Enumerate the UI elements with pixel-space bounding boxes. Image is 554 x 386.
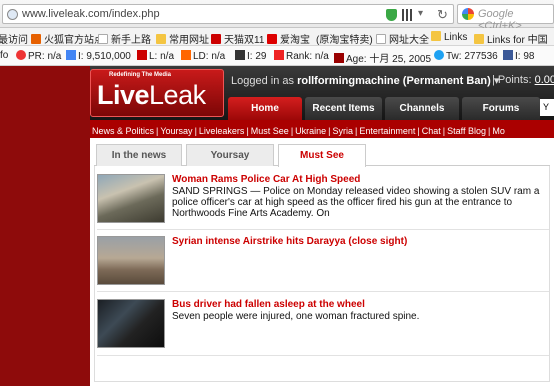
bing-icon (235, 50, 245, 60)
category-link[interactable]: Entertainment (357, 126, 417, 136)
google-index-icon (66, 50, 76, 60)
seo-age[interactable]: Age: 十月 25, 2005 (334, 50, 431, 65)
seo-indexed[interactable]: I: 9,510,000 (66, 50, 131, 62)
url-text: www.liveleak.com/index.php (22, 8, 160, 20)
bookmark-item[interactable]: 网址大全 (376, 31, 429, 45)
category-link[interactable]: Syria (331, 126, 356, 136)
bookmark-item[interactable]: 常用网址 (156, 31, 209, 45)
bookmark-item[interactable]: 新手上路 (98, 31, 151, 45)
twitter-icon (434, 50, 444, 60)
seo-twitter[interactable]: Tw: 277536 (434, 50, 498, 62)
nav-forums[interactable]: Forums (462, 97, 540, 120)
reload-icon[interactable]: ↻ (437, 7, 448, 23)
nav-recent-items[interactable]: Recent Items (305, 97, 382, 120)
qr-code-icon[interactable] (402, 9, 414, 21)
category-link[interactable]: News & Politics (90, 126, 156, 136)
address-bar[interactable]: www.liveleak.com/index.php ▾ ↻ (2, 4, 454, 24)
facebook-icon (503, 50, 513, 60)
news-list: Woman Rams Police Car At High Speed SAND… (94, 166, 550, 382)
seo-info[interactable]: fo (0, 50, 8, 61)
bookmark-item[interactable]: Links (431, 31, 467, 43)
search-box[interactable]: Google <Ctrl+K> (457, 4, 554, 32)
tab-yoursay[interactable]: Yoursay (186, 144, 274, 166)
seo-toolbar: fo PR: n/a I: 9,510,000 L: n/a LD: n/a I… (0, 46, 554, 66)
seo-facebook[interactable]: I: 98 (503, 50, 534, 62)
username-link[interactable]: rollformingmachine (Permanent Ban) (297, 75, 491, 87)
pagerank-icon (16, 50, 26, 60)
alexa-icon (274, 50, 284, 60)
dropdown-arrow-icon[interactable]: ▾ (418, 8, 423, 19)
item-title[interactable]: Woman Rams Police Car At High Speed (172, 174, 360, 185)
page-background-left (0, 66, 90, 386)
seo-linkdomains[interactable]: LD: n/a (181, 50, 225, 62)
nav-home[interactable]: Home (228, 97, 302, 120)
shield-icon[interactable] (386, 9, 397, 21)
ld-icon (181, 50, 191, 60)
category-link[interactable]: Yoursay (158, 126, 194, 136)
folder-icon (156, 34, 166, 44)
bookmark-item[interactable]: Links for 中国 (474, 31, 548, 45)
tab-must-see[interactable]: Must See (278, 144, 366, 167)
seo-links[interactable]: L: n/a (137, 50, 174, 62)
browser-toolbar: www.liveleak.com/index.php ▾ ↻ Google <C… (0, 0, 554, 32)
login-status: Logged in as rollformingmachine (Permane… (231, 75, 500, 87)
category-link[interactable]: Chat (420, 126, 443, 136)
yahoo-icon (137, 50, 147, 60)
folder-icon (474, 34, 484, 44)
points-display: | Points: 0.00 (492, 74, 554, 86)
video-thumbnail[interactable] (97, 236, 165, 285)
globe-icon (7, 9, 18, 20)
bookmark-item[interactable]: 火狐官方站点 (31, 31, 104, 45)
seo-pagerank[interactable]: PR: n/a (16, 50, 61, 62)
site-search-input[interactable]: Y (540, 99, 554, 116)
category-link[interactable]: Mo (490, 126, 507, 136)
category-link[interactable]: Must See (249, 126, 291, 136)
liveleak-logo[interactable]: Redefining The Media LiveLeak (90, 69, 224, 117)
points-value[interactable]: 0.00 (535, 74, 554, 86)
age-icon (334, 53, 344, 63)
content-tabs: In the news Yoursay Must See (94, 144, 550, 167)
category-link[interactable]: Ukraine (293, 126, 328, 136)
category-link[interactable]: Liveleakers (197, 126, 247, 136)
bookmark-item[interactable]: 爱淘宝 (267, 31, 310, 45)
divider (97, 291, 549, 292)
tmall-icon (211, 34, 221, 44)
main-content: In the news Yoursay Must See Woman Rams … (90, 138, 554, 386)
tab-in-the-news[interactable]: In the news (96, 144, 182, 166)
bookmarks-bar: 最访问 火狐官方站点 新手上路 常用网址 天猫双11 爱淘宝 (原淘宝特卖) 网… (0, 28, 554, 46)
folder-icon (431, 31, 441, 41)
category-nav: News & Politics | Yoursay | Liveleakers | Must… (90, 124, 554, 138)
item-description: SAND SPRINGS — Police on Monday released… (172, 186, 540, 219)
seo-rank[interactable]: Rank: n/a (274, 50, 329, 62)
divider (97, 229, 549, 230)
nav-channels[interactable]: Channels (385, 97, 459, 120)
video-thumbnail[interactable] (97, 174, 165, 223)
google-icon (462, 8, 474, 20)
firefox-icon (31, 34, 41, 44)
item-title[interactable]: Bus driver had fallen asleep at the whee… (172, 299, 365, 310)
logo-tagline: Redefining The Media (109, 72, 172, 78)
item-description: Seven people were injured, one woman fra… (172, 311, 420, 322)
seo-index2[interactable]: I: 29 (235, 50, 266, 62)
video-thumbnail[interactable] (97, 299, 165, 348)
taobao-icon (267, 34, 277, 44)
page-icon (376, 34, 386, 44)
category-link[interactable]: Staff Blog (445, 126, 488, 136)
logo-text: LiveLeak (97, 80, 206, 110)
page-icon (98, 34, 108, 44)
divider (97, 355, 549, 356)
item-title[interactable]: Syrian intense Airstrike hits Darayya (c… (172, 236, 407, 247)
bookmark-item[interactable]: 天猫双11 (211, 31, 264, 45)
bookmark-item[interactable]: (原淘宝特卖) (316, 31, 373, 45)
bookmark-item[interactable]: 最访问 (0, 31, 28, 45)
